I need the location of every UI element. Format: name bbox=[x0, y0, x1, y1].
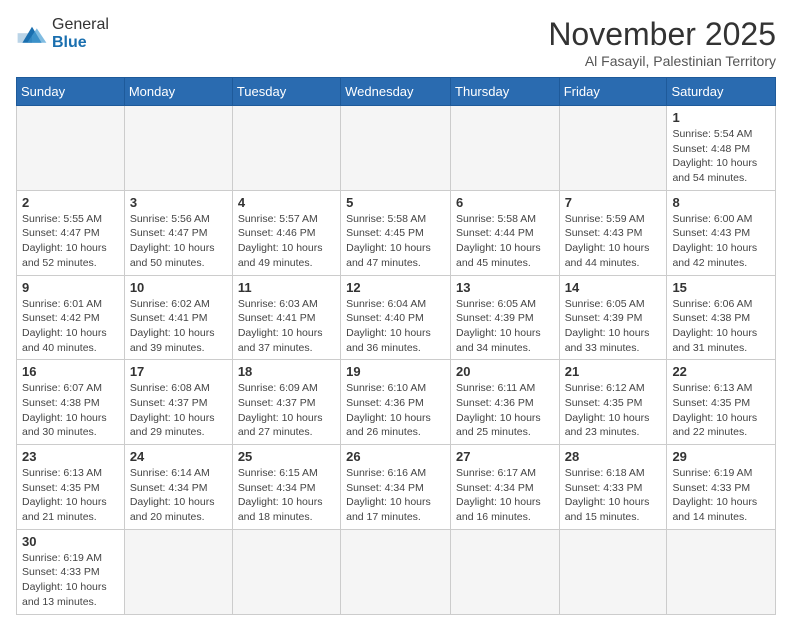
day-2: 2 Sunrise: 5:55 AM Sunset: 4:47 PM Dayli… bbox=[17, 190, 125, 275]
weekday-header-row: Sunday Monday Tuesday Wednesday Thursday… bbox=[17, 78, 776, 106]
empty-cell bbox=[451, 106, 560, 191]
empty-cell bbox=[17, 106, 125, 191]
week-row-3: 9 Sunrise: 6:01 AM Sunset: 4:42 PM Dayli… bbox=[17, 275, 776, 360]
empty-cell bbox=[232, 529, 340, 614]
empty-cell bbox=[559, 106, 667, 191]
day-15: 15 Sunrise: 6:06 AM Sunset: 4:38 PM Dayl… bbox=[667, 275, 776, 360]
header-thursday: Thursday bbox=[451, 78, 560, 106]
day-6: 6 Sunrise: 5:58 AM Sunset: 4:44 PM Dayli… bbox=[451, 190, 560, 275]
day-24: 24 Sunrise: 6:14 AM Sunset: 4:34 PM Dayl… bbox=[124, 445, 232, 530]
day-11: 11 Sunrise: 6:03 AM Sunset: 4:41 PM Dayl… bbox=[232, 275, 340, 360]
week-row-2: 2 Sunrise: 5:55 AM Sunset: 4:47 PM Dayli… bbox=[17, 190, 776, 275]
day-5: 5 Sunrise: 5:58 AM Sunset: 4:45 PM Dayli… bbox=[341, 190, 451, 275]
day-3: 3 Sunrise: 5:56 AM Sunset: 4:47 PM Dayli… bbox=[124, 190, 232, 275]
day-14: 14 Sunrise: 6:05 AM Sunset: 4:39 PM Dayl… bbox=[559, 275, 667, 360]
calendar-table: Sunday Monday Tuesday Wednesday Thursday… bbox=[16, 77, 776, 615]
header-saturday: Saturday bbox=[667, 78, 776, 106]
header-sunday: Sunday bbox=[17, 78, 125, 106]
header-friday: Friday bbox=[559, 78, 667, 106]
day-1: 1 Sunrise: 5:54 AM Sunset: 4:48 PM Dayli… bbox=[667, 106, 776, 191]
day-21: 21 Sunrise: 6:12 AM Sunset: 4:35 PM Dayl… bbox=[559, 360, 667, 445]
header-tuesday: Tuesday bbox=[232, 78, 340, 106]
empty-cell bbox=[341, 529, 451, 614]
week-row-5: 23 Sunrise: 6:13 AM Sunset: 4:35 PM Dayl… bbox=[17, 445, 776, 530]
day-19: 19 Sunrise: 6:10 AM Sunset: 4:36 PM Dayl… bbox=[341, 360, 451, 445]
empty-cell bbox=[124, 106, 232, 191]
day-4: 4 Sunrise: 5:57 AM Sunset: 4:46 PM Dayli… bbox=[232, 190, 340, 275]
week-row-4: 16 Sunrise: 6:07 AM Sunset: 4:38 PM Dayl… bbox=[17, 360, 776, 445]
empty-cell bbox=[232, 106, 340, 191]
logo-text: GeneralBlue bbox=[52, 16, 109, 51]
day-30: 30 Sunrise: 6:19 AM Sunset: 4:33 PM Dayl… bbox=[17, 529, 125, 614]
day-17: 17 Sunrise: 6:08 AM Sunset: 4:37 PM Dayl… bbox=[124, 360, 232, 445]
empty-cell bbox=[451, 529, 560, 614]
day-16: 16 Sunrise: 6:07 AM Sunset: 4:38 PM Dayl… bbox=[17, 360, 125, 445]
empty-cell bbox=[667, 529, 776, 614]
day-18: 18 Sunrise: 6:09 AM Sunset: 4:37 PM Dayl… bbox=[232, 360, 340, 445]
day-22: 22 Sunrise: 6:13 AM Sunset: 4:35 PM Dayl… bbox=[667, 360, 776, 445]
month-title: November 2025 bbox=[548, 16, 776, 53]
empty-cell bbox=[124, 529, 232, 614]
week-row-6: 30 Sunrise: 6:19 AM Sunset: 4:33 PM Dayl… bbox=[17, 529, 776, 614]
day-12: 12 Sunrise: 6:04 AM Sunset: 4:40 PM Dayl… bbox=[341, 275, 451, 360]
day-28: 28 Sunrise: 6:18 AM Sunset: 4:33 PM Dayl… bbox=[559, 445, 667, 530]
day-9: 9 Sunrise: 6:01 AM Sunset: 4:42 PM Dayli… bbox=[17, 275, 125, 360]
logo: GeneralBlue bbox=[16, 16, 109, 51]
logo-icon bbox=[16, 20, 48, 48]
title-block: November 2025 Al Fasayil, Palestinian Te… bbox=[548, 16, 776, 69]
location-subtitle: Al Fasayil, Palestinian Territory bbox=[548, 53, 776, 69]
page-header: GeneralBlue November 2025 Al Fasayil, Pa… bbox=[16, 16, 776, 69]
header-wednesday: Wednesday bbox=[341, 78, 451, 106]
day-10: 10 Sunrise: 6:02 AM Sunset: 4:41 PM Dayl… bbox=[124, 275, 232, 360]
day-13: 13 Sunrise: 6:05 AM Sunset: 4:39 PM Dayl… bbox=[451, 275, 560, 360]
day-25: 25 Sunrise: 6:15 AM Sunset: 4:34 PM Dayl… bbox=[232, 445, 340, 530]
empty-cell bbox=[559, 529, 667, 614]
day-29: 29 Sunrise: 6:19 AM Sunset: 4:33 PM Dayl… bbox=[667, 445, 776, 530]
day-7: 7 Sunrise: 5:59 AM Sunset: 4:43 PM Dayli… bbox=[559, 190, 667, 275]
week-row-1: 1 Sunrise: 5:54 AM Sunset: 4:48 PM Dayli… bbox=[17, 106, 776, 191]
empty-cell bbox=[341, 106, 451, 191]
day-20: 20 Sunrise: 6:11 AM Sunset: 4:36 PM Dayl… bbox=[451, 360, 560, 445]
day-8: 8 Sunrise: 6:00 AM Sunset: 4:43 PM Dayli… bbox=[667, 190, 776, 275]
header-monday: Monday bbox=[124, 78, 232, 106]
day-26: 26 Sunrise: 6:16 AM Sunset: 4:34 PM Dayl… bbox=[341, 445, 451, 530]
day-23: 23 Sunrise: 6:13 AM Sunset: 4:35 PM Dayl… bbox=[17, 445, 125, 530]
day-27: 27 Sunrise: 6:17 AM Sunset: 4:34 PM Dayl… bbox=[451, 445, 560, 530]
